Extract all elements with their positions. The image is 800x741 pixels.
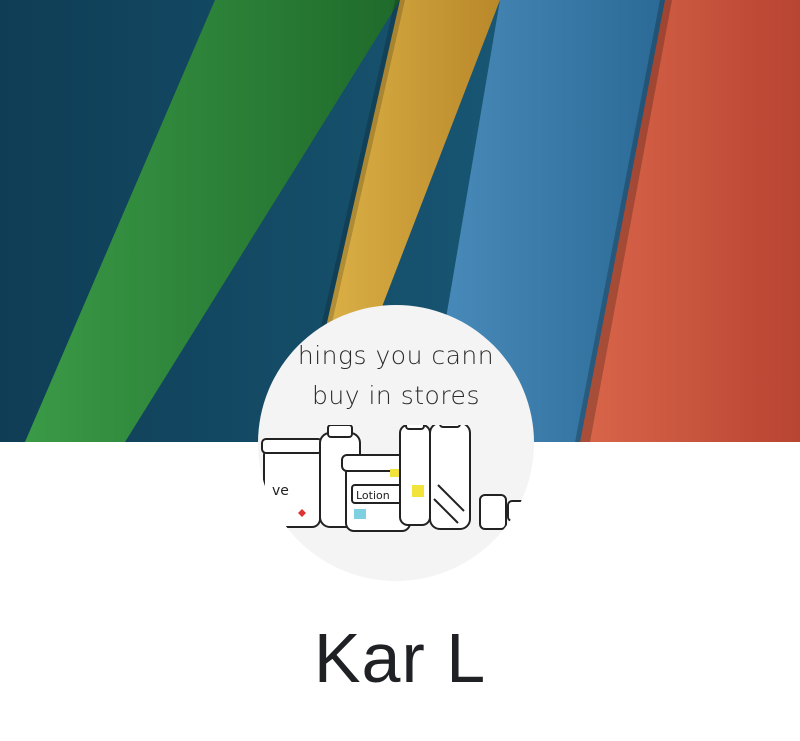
jar-label: Lotion	[356, 489, 390, 502]
avatar[interactable]: hings you cann buy in stores ve Lotion	[258, 305, 534, 581]
svg-text:ve: ve	[272, 483, 289, 499]
avatar-text-line2: buy in stores	[312, 381, 480, 410]
avatar-text-line1: hings you cann	[297, 341, 495, 370]
jars-illustration: ve Lotion	[261, 425, 527, 532]
profile-name: Kar L	[313, 619, 487, 697]
